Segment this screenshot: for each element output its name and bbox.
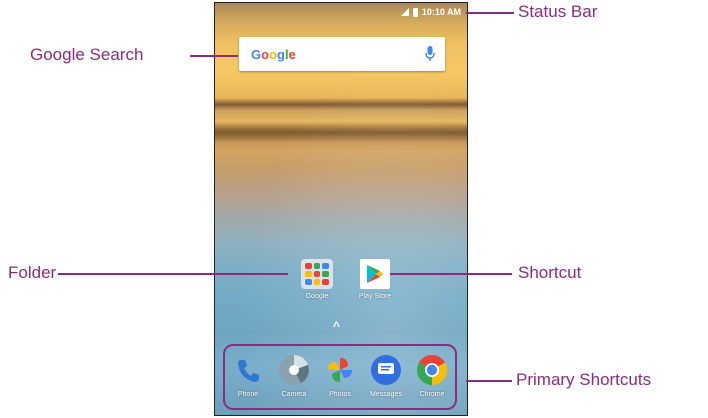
battery-icon bbox=[412, 7, 418, 17]
callout-primary-shortcuts: Primary Shortcuts bbox=[516, 370, 652, 389]
callout-line-primary-shortcuts bbox=[466, 380, 512, 382]
status-bar: 10:10 AM bbox=[215, 3, 467, 21]
dock-label-photos: Photos bbox=[329, 391, 351, 398]
dock-label-phone: Phone bbox=[237, 391, 259, 398]
callout-line-folder bbox=[58, 273, 288, 275]
google-folder[interactable]: Google bbox=[287, 259, 347, 300]
callout-folder: Folder bbox=[8, 263, 57, 282]
callout-google-search: Google Search bbox=[30, 45, 144, 64]
dock-label-messages: Messages bbox=[370, 391, 402, 398]
microphone-icon[interactable] bbox=[425, 46, 435, 62]
app-drawer-chevron-icon[interactable]: ^ bbox=[333, 319, 340, 333]
dock-item-camera[interactable]: Camera bbox=[272, 355, 316, 398]
play-store-icon bbox=[360, 259, 390, 289]
dock-label-chrome: Chrome bbox=[419, 391, 445, 398]
camera-icon bbox=[279, 355, 309, 385]
play-store-shortcut[interactable]: Play Store bbox=[345, 259, 405, 300]
phone-screen: 10:10 AM Google Google Play Store ^ Phon… bbox=[214, 2, 468, 416]
messages-icon bbox=[371, 355, 401, 385]
dock-item-photos[interactable]: Photos bbox=[318, 355, 362, 398]
chrome-icon bbox=[417, 355, 447, 385]
photos-icon bbox=[325, 355, 355, 385]
folder-label: Google bbox=[305, 293, 329, 300]
callout-line-google-search bbox=[190, 55, 238, 57]
google-search-bar[interactable]: Google bbox=[239, 37, 445, 71]
dock-item-phone[interactable]: Phone bbox=[226, 355, 270, 398]
signal-icon bbox=[400, 8, 409, 16]
dock-item-chrome[interactable]: Chrome bbox=[410, 355, 454, 398]
folder-icon bbox=[301, 259, 333, 289]
play-store-label: Play Store bbox=[358, 293, 392, 300]
status-time: 10:10 AM bbox=[421, 7, 461, 17]
google-logo: Google bbox=[251, 46, 296, 62]
callout-line-status-bar bbox=[466, 12, 514, 14]
primary-shortcuts-dock: Phone Camera Photos Messages Chrome bbox=[223, 344, 457, 410]
callout-shortcut: Shortcut bbox=[518, 263, 582, 282]
dock-label-camera: Camera bbox=[281, 391, 307, 398]
dock-item-messages[interactable]: Messages bbox=[364, 355, 408, 398]
phone-icon bbox=[233, 355, 263, 385]
callout-status-bar: Status Bar bbox=[518, 2, 598, 21]
